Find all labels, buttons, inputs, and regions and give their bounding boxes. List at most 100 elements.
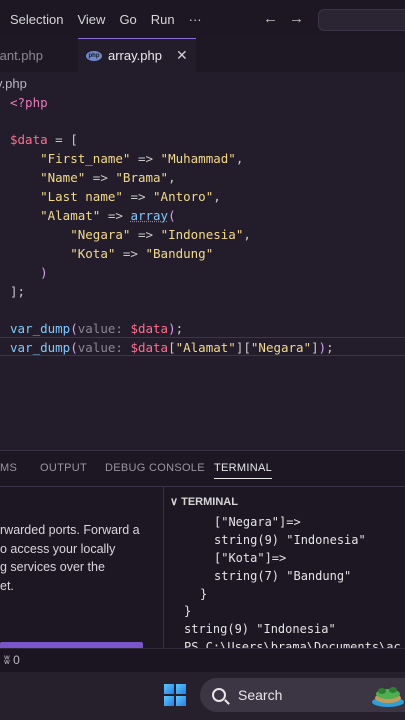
function-name: array <box>130 208 169 223</box>
ports-message-line: o access your locally <box>0 541 116 556</box>
string: "First_name" <box>40 151 131 166</box>
editor-tabs: tant.php php array.php ✕ <box>0 38 405 72</box>
ports-message-line: et. <box>0 578 14 593</box>
comma: , <box>168 170 176 185</box>
code-line-5: "Name" => "Brama", <box>10 168 176 187</box>
string: "Alamat" <box>175 340 236 355</box>
code-line-11: ]; <box>10 282 25 301</box>
php-open-tag: <?php <box>10 95 48 110</box>
tab-constant-php[interactable]: tant.php <box>0 38 43 72</box>
semicolon: ; <box>175 321 184 336</box>
search-label: Search <box>238 687 283 703</box>
ports-status[interactable]: ʬ 0 <box>4 653 20 667</box>
parameter-hint: value: <box>77 340 123 355</box>
parameter-hint: value: <box>77 321 123 336</box>
tab-array-php[interactable]: php array.php ✕ <box>78 38 196 72</box>
terminal-line: string(7) "Bandung" <box>214 569 352 583</box>
comma: , <box>213 189 221 204</box>
tab-terminal[interactable]: TERMINAL <box>214 462 273 479</box>
ports-message: rwarded ports. Forward a o access your l… <box>0 521 140 595</box>
arrow-operator: => <box>137 151 154 166</box>
menu-selection[interactable]: Selection <box>10 12 63 27</box>
code-line-14: var_dump(value: $data["Alamat"]["Negara"… <box>10 338 334 357</box>
island-widget-icon[interactable] <box>368 682 404 708</box>
variable: $data <box>130 340 169 355</box>
arrow-operator: => <box>107 208 123 223</box>
bracket: ] <box>311 340 319 355</box>
menu-run[interactable]: Run <box>151 12 175 27</box>
code-line-6: "Last name" => "Antoro", <box>10 187 221 206</box>
windows-start-icon[interactable] <box>164 684 186 706</box>
command-center-input[interactable] <box>318 9 405 31</box>
arrow-operator: => <box>122 246 138 261</box>
menu-go[interactable]: Go <box>119 12 136 27</box>
variable: $data <box>10 132 48 147</box>
menu-view[interactable]: View <box>77 12 105 27</box>
code-line-8: "Negara" => "Indonesia", <box>10 225 251 244</box>
tab-output[interactable]: OUTPUT <box>40 462 87 474</box>
menu-more[interactable]: ··· <box>189 12 202 27</box>
search-icon <box>212 688 226 702</box>
comma: , <box>243 227 251 242</box>
function-name: var_dump <box>10 321 71 336</box>
code-line-13: var_dump(value: $data); <box>10 319 183 338</box>
terminal-header[interactable]: ∨ TERMINAL <box>170 495 238 508</box>
function-name: var_dump <box>10 340 71 355</box>
operator: = [ <box>47 132 78 147</box>
ports-message-line: rwarded ports. Forward a <box>0 523 140 537</box>
code-line-10: ) <box>10 263 48 282</box>
bracket: ( <box>168 208 176 223</box>
code-line-9: "Kota" => "Bandung" <box>10 244 213 263</box>
breadcrumb[interactable]: y.php <box>0 76 27 91</box>
close-icon[interactable]: ✕ <box>176 47 188 64</box>
string: "Negara" <box>250 340 312 355</box>
terminal-line: ["Negara"]=> <box>214 515 301 529</box>
terminal-line: string(9) "Indonesia" <box>184 622 336 636</box>
arrow-operator: => <box>92 170 108 185</box>
terminal-line: } <box>184 604 192 618</box>
arrow-operator: => <box>137 227 154 242</box>
string: "Brama" <box>115 170 169 185</box>
back-arrow-icon[interactable]: ← <box>263 10 278 27</box>
menu-bar: Selection View Go Run ··· ← → <box>0 0 405 38</box>
variable: $data <box>130 321 169 336</box>
tab-label: array.php <box>108 48 162 63</box>
code-editor[interactable]: y.php <?php $data = [ "First_name" => "M… <box>0 72 405 450</box>
chevron-down-icon: ∨ <box>170 496 179 508</box>
string: "Kota" <box>70 246 116 261</box>
forward-arrow-icon[interactable]: → <box>289 10 304 27</box>
string: "Bandung" <box>145 246 214 261</box>
comma: , <box>235 151 244 166</box>
code-line-3: $data = [ <box>10 130 78 149</box>
bracket: ][ <box>235 340 251 355</box>
terminal-line: string(9) "Indonesia" <box>214 533 366 547</box>
semicolon: ; <box>326 340 334 355</box>
tab-label: tant.php <box>0 47 43 63</box>
arrow-operator: => <box>130 189 146 204</box>
code-line-7: "Alamat" => array( <box>10 206 176 225</box>
tab-problems[interactable]: MS <box>0 462 17 474</box>
status-bar: ʬ 0 <box>0 648 405 672</box>
bracket: ) <box>168 321 176 336</box>
bracket: [ <box>168 340 176 355</box>
taskbar: Search <box>0 672 405 720</box>
string: "Muhammad" <box>160 151 236 166</box>
terminal-line: ["Kota"]=> <box>214 551 287 565</box>
terminal-header-label: TERMINAL <box>181 496 238 508</box>
string: "Alamat" <box>40 208 101 223</box>
ports-message-line: g services over the <box>0 560 105 574</box>
php-file-icon: php <box>86 50 102 61</box>
string: "Negara" <box>70 227 131 242</box>
string: "Indonesia" <box>160 227 244 242</box>
terminal-line: } <box>200 587 208 601</box>
bracket: ( <box>70 321 78 336</box>
bracket: ) <box>40 265 48 280</box>
bracket: ( <box>70 340 78 355</box>
bottom-panel: MS OUTPUT DEBUG CONSOLE TERMINAL rwarded… <box>0 450 405 679</box>
tab-debug-console[interactable]: DEBUG CONSOLE <box>105 462 205 474</box>
string: "Antoro" <box>153 189 214 204</box>
string: "Name" <box>40 170 86 185</box>
code-line-4: "First_name" => "Muhammad", <box>10 149 243 168</box>
bracket: ]; <box>10 284 26 299</box>
string: "Last name" <box>40 189 123 204</box>
